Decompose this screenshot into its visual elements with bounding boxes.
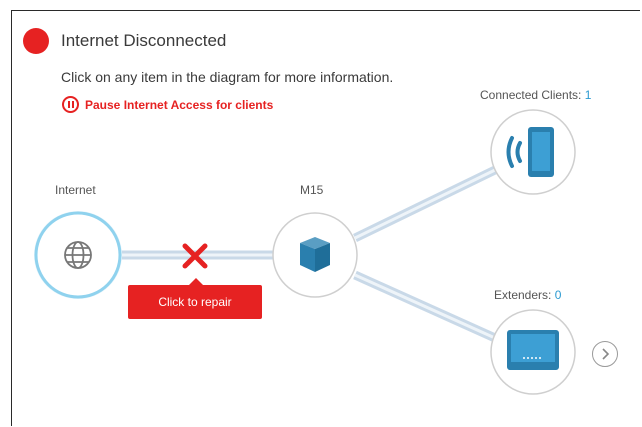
clients-count: 1: [584, 88, 592, 102]
clients-node[interactable]: [490, 109, 576, 195]
repair-caret: [189, 278, 203, 285]
extenders-node[interactable]: [490, 309, 576, 395]
internet-label: Internet: [55, 183, 96, 197]
extenders-label: Extenders: 0: [494, 288, 561, 302]
internet-node[interactable]: [34, 211, 122, 299]
router-node[interactable]: [272, 212, 358, 298]
extenders-label-text: Extenders:: [494, 288, 555, 302]
extenders-count: 0: [554, 288, 562, 302]
repair-button[interactable]: Click to repair: [128, 285, 262, 319]
chevron-right-icon: [602, 348, 610, 360]
router-label: M15: [300, 183, 324, 197]
extender-icon: [507, 330, 559, 370]
clients-label: Connected Clients: 1: [480, 88, 591, 102]
router-icon: [300, 237, 330, 272]
network-diagram: [34, 109, 576, 395]
clients-label-text: Connected Clients:: [480, 88, 585, 102]
next-button[interactable]: [592, 341, 618, 367]
